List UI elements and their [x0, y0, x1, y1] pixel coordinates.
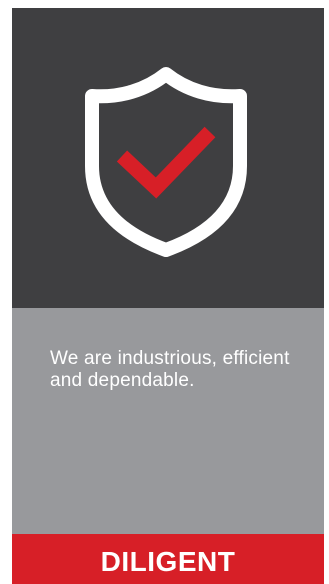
title-banner: DILIGENT	[12, 534, 324, 584]
value-card: We are industrious, efficient and depend…	[12, 8, 324, 584]
icon-panel	[12, 8, 324, 308]
value-title: DILIGENT	[100, 546, 236, 577]
value-description: We are industrious, efficient and depend…	[50, 348, 290, 391]
shield-check-icon	[78, 62, 254, 262]
description-panel: We are industrious, efficient and depend…	[12, 308, 324, 534]
